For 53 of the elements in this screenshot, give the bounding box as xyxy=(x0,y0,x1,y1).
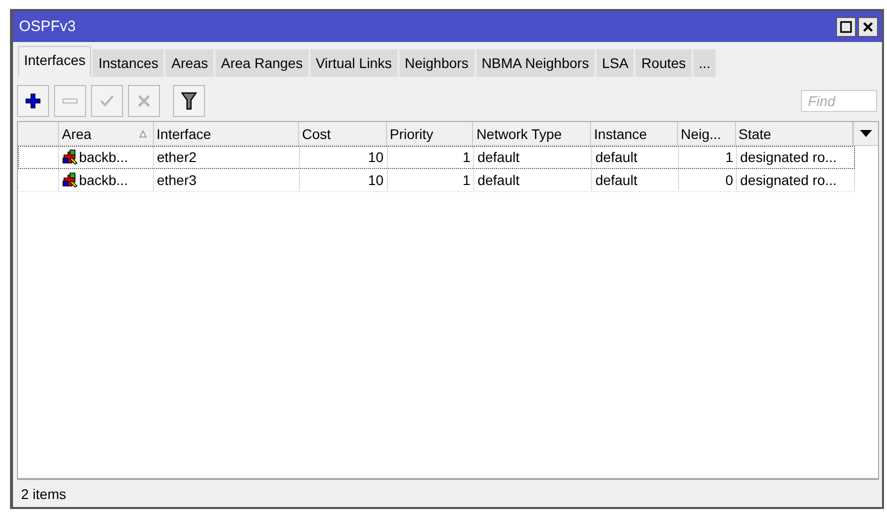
add-button[interactable] xyxy=(17,85,49,117)
tab[interactable]: Area Ranges xyxy=(215,49,309,77)
minus-icon xyxy=(62,97,78,105)
table-cell: 1 xyxy=(725,149,734,165)
check-icon xyxy=(99,93,115,109)
tab[interactable]: Virtual Links xyxy=(310,49,398,77)
tab[interactable]: Routes xyxy=(635,49,692,77)
tab[interactable]: Instances xyxy=(92,49,164,77)
cross-icon xyxy=(136,93,152,109)
tab[interactable]: ... xyxy=(692,49,716,77)
column-header[interactable]: Neig... xyxy=(678,122,736,145)
table-row[interactable]: backb... ether3 10 1 default default 0 designated ro... xyxy=(18,169,855,192)
table-cell: designated ro... xyxy=(740,149,837,165)
tab[interactable]: LSA xyxy=(596,49,634,77)
tab[interactable]: NBMA Neighbors xyxy=(476,49,595,77)
column-header[interactable]: Priority xyxy=(386,122,474,145)
table-cell: 10 xyxy=(368,149,384,165)
table-cell: ether3 xyxy=(156,172,197,188)
maximize-icon xyxy=(840,20,852,32)
table-cell: 1 xyxy=(462,172,470,188)
table-cell: 0 xyxy=(725,172,734,188)
table-cell: default xyxy=(595,149,638,165)
close-icon xyxy=(862,20,874,32)
tab[interactable]: Areas xyxy=(165,49,214,77)
caret-icon xyxy=(860,130,872,137)
plus-icon xyxy=(25,93,41,109)
table-cell: default xyxy=(477,172,520,188)
table-cell: designated ro... xyxy=(740,172,837,188)
find-field[interactable]: Find xyxy=(801,90,877,112)
table-cell: 10 xyxy=(368,172,384,188)
column-header[interactable]: Area xyxy=(58,122,154,145)
tab[interactable]: Neighbors xyxy=(398,49,475,77)
table-row[interactable]: backb... ether2 10 1 default default 1 designated ro... xyxy=(18,146,855,169)
window-title: OSPFv3 xyxy=(19,18,76,35)
item-count: 2 items xyxy=(21,486,66,502)
table-cell: default xyxy=(477,149,520,165)
sort-icon xyxy=(138,130,147,138)
filter-button[interactable] xyxy=(173,85,205,117)
tab[interactable]: Interfaces xyxy=(18,46,92,77)
column-header[interactable]: Cost xyxy=(299,122,387,145)
table-cell: backb... xyxy=(78,172,128,188)
table-cell: ether2 xyxy=(156,149,197,165)
table-cell: backb... xyxy=(78,149,128,165)
maximize-button[interactable] xyxy=(836,16,856,36)
puzzle-icon xyxy=(62,149,79,165)
table-cell: 1 xyxy=(462,149,470,165)
filter-icon xyxy=(181,92,197,110)
puzzle-icon xyxy=(62,172,79,188)
table-cell: default xyxy=(595,172,638,188)
column-header[interactable]: Instance xyxy=(591,122,678,145)
column-header[interactable]: Network Type xyxy=(473,122,592,145)
close-button[interactable] xyxy=(858,16,878,36)
column-header[interactable]: Interface xyxy=(154,122,300,145)
